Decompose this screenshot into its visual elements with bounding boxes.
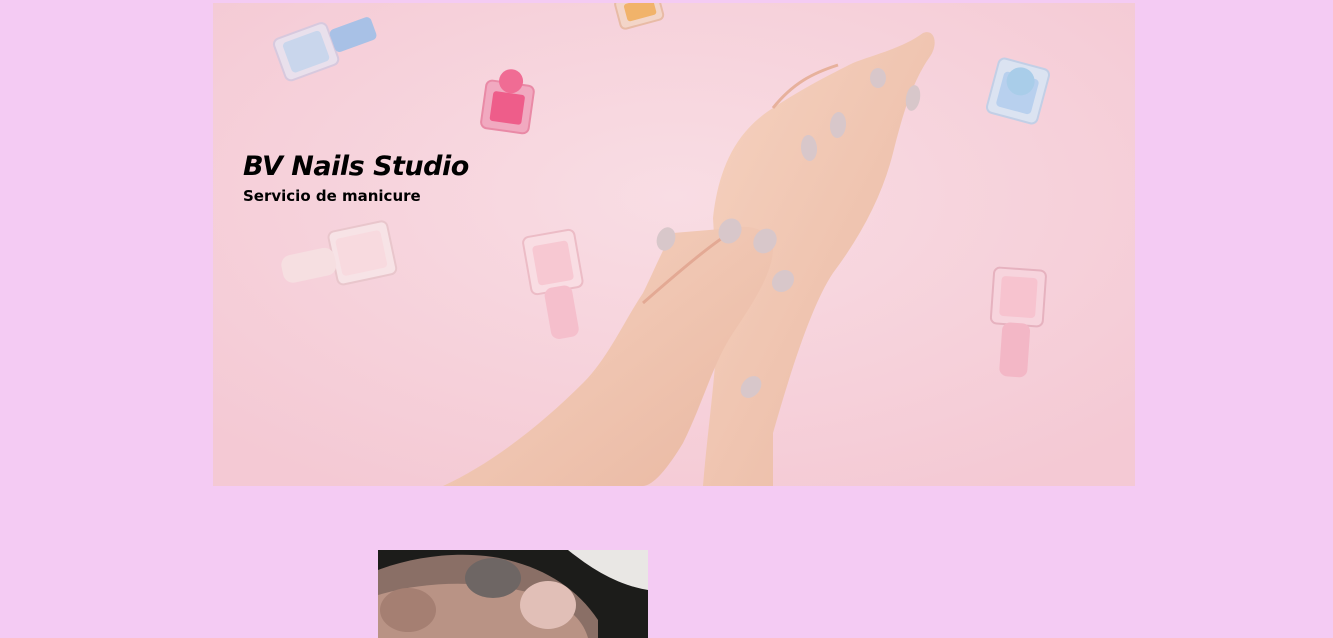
- manicured-nails-closeup-image: [378, 550, 648, 638]
- hands-with-nail-polish-image: [213, 3, 1135, 486]
- hero-subtitle: Servicio de manicure: [243, 187, 421, 205]
- hero-title: BV Nails Studio: [243, 151, 469, 182]
- page: BV Nails Studio Servicio de manicure: [0, 0, 1333, 638]
- gallery-image: [378, 550, 648, 638]
- hero-banner: BV Nails Studio Servicio de manicure: [213, 3, 1135, 486]
